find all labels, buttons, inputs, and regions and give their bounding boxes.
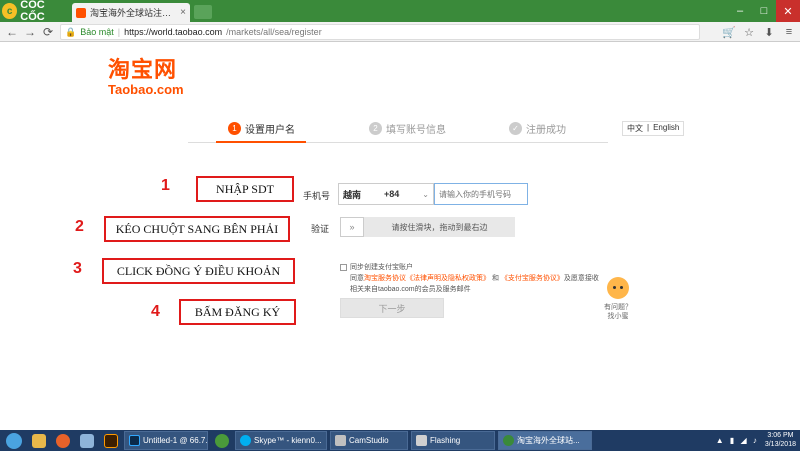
phone-row: 越南 +84 ⌄: [338, 183, 528, 205]
system-tray: ▲ ▮ ◢ ♪ 3:06 PM 3/13/2018: [716, 431, 796, 449]
url-host: https://world.taobao.com: [124, 27, 223, 37]
language-switch: 中文 | English: [622, 121, 685, 136]
forward-arrow-icon[interactable]: →: [22, 24, 38, 40]
reload-icon[interactable]: ⟳: [40, 24, 56, 40]
step-number: 2: [369, 122, 382, 135]
step-label: 设置用户名: [245, 125, 295, 136]
tab-close-icon[interactable]: ×: [180, 7, 186, 18]
tray-icons[interactable]: ▲ ▮ ◢ ♪: [716, 436, 759, 445]
taskbar-flashing[interactable]: Flashing: [411, 431, 495, 450]
annotation-number-2: 2: [75, 218, 84, 235]
verify-label: 验证: [311, 224, 330, 234]
taobao-terms-link[interactable]: 淘宝服务协议: [364, 275, 406, 282]
check-icon: ✓: [509, 122, 522, 135]
secure-label: Bảo mật: [80, 27, 114, 37]
taobao-favicon-icon: [76, 7, 86, 18]
step-number: 1: [228, 122, 241, 135]
back-arrow-icon[interactable]: ←: [4, 24, 20, 40]
logo-english: Taobao.com: [108, 82, 184, 97]
camstudio-icon: [335, 435, 346, 446]
assistant-face-icon: [607, 277, 629, 299]
chrome-icon[interactable]: [211, 431, 233, 450]
step-set-username: 1 设置用户名: [228, 121, 295, 136]
skype-icon: [240, 435, 251, 446]
clock[interactable]: 3:06 PM 3/13/2018: [765, 431, 796, 449]
paint-icon[interactable]: [76, 431, 98, 450]
alipay-checkbox[interactable]: [340, 264, 347, 271]
close-window-icon[interactable]: ✕: [776, 0, 800, 22]
alipay-sync-label: 同步创建支付宝账户: [350, 264, 413, 271]
next-step-button[interactable]: 下一步: [340, 298, 444, 318]
register-steps: 1 设置用户名 2 填写账号信息 ✓ 注册成功: [188, 117, 608, 143]
illustrator-icon[interactable]: [100, 431, 122, 450]
photoshop-icon: [129, 435, 140, 446]
browser-tab-active[interactable]: 淘宝海外全球站注册页面 ×: [72, 3, 190, 22]
annotation-click-register: BẤM ĐĂNG KÝ: [179, 299, 296, 325]
logo-chinese: 淘宝网: [108, 57, 178, 82]
country-code: +84: [384, 189, 400, 199]
annotation-number-1: 1: [161, 177, 170, 194]
step-account-info: 2 填写账号信息: [369, 121, 446, 136]
country-select[interactable]: 越南 +84 ⌄: [338, 183, 434, 205]
alipay-terms-link[interactable]: 《支付宝服务协议》: [501, 275, 564, 282]
annotation-agree-terms: CLICK ĐỒNG Ý ĐIỀU KHOẢN: [102, 258, 295, 284]
lang-chinese[interactable]: 中文: [627, 123, 643, 134]
shopping-cart-icon[interactable]: 🛒: [722, 24, 736, 40]
file-explorer-icon[interactable]: [28, 431, 50, 450]
phone-label: 手机号: [303, 191, 331, 201]
browser-brand[interactable]: c CỐC CỐC: [2, 0, 70, 23]
slider-hint: 请按住滑块，拖动到最右边: [391, 222, 488, 232]
taobao-logo[interactable]: 淘宝网 Taobao.com: [108, 57, 184, 97]
menu-icon[interactable]: ≡: [782, 24, 796, 40]
screen: c CỐC CỐC 淘宝海外全球站注册页面 × – □ ✕ ← → ⟳ 🔒 Bả…: [0, 0, 800, 451]
step-label: 注册成功: [526, 125, 566, 136]
windows-orb-icon: [6, 432, 22, 449]
annotation-number-3: 3: [73, 260, 82, 277]
help-assistant[interactable]: 有问题？ 找小蜜: [598, 277, 638, 321]
browser-brand-label: CỐC CỐC: [20, 0, 45, 23]
browser-toolbar: 🛒 ☆ ⬇ ≡: [722, 24, 796, 40]
annotation-number-4: 4: [151, 303, 160, 320]
tab-title: 淘宝海外全球站注册页面: [90, 8, 176, 18]
download-icon[interactable]: ⬇: [762, 24, 776, 40]
lang-english[interactable]: English: [653, 123, 679, 134]
email-consent: 相关来自taobao.com的会员及服务邮件: [350, 286, 471, 293]
lock-icon: 🔒: [65, 26, 77, 37]
taskbar-camstudio[interactable]: CamStudio: [330, 431, 408, 450]
phone-input[interactable]: [434, 183, 528, 205]
step-label: 填写账号信息: [386, 125, 446, 136]
url-path: /markets/all/sea/register: [226, 27, 322, 37]
active-step-indicator: [216, 141, 306, 143]
country-name: 越南: [343, 189, 362, 200]
taskbar-photoshop[interactable]: Untitled-1 @ 66.7...: [124, 431, 208, 450]
maximize-icon[interactable]: □: [752, 0, 776, 22]
browser-tab-bar: c CỐC CỐC 淘宝海外全球站注册页面 × – □ ✕: [0, 0, 800, 23]
verify-slider[interactable]: » 请按住滑块，拖动到最右边: [340, 217, 515, 237]
chevron-down-icon: ⌄: [422, 189, 429, 199]
flashing-icon: [416, 435, 427, 446]
window-controls: – □ ✕: [728, 0, 800, 22]
new-tab-button[interactable]: [194, 5, 212, 19]
annotation-enter-phone: NHẬP SDT: [196, 176, 294, 202]
clock-time: 3:06 PM: [767, 432, 794, 439]
annotation-drag-slider: KÉO CHUỘT SANG BÊN PHẢI: [104, 216, 290, 242]
coccoc-taskbar-icon: [503, 435, 514, 446]
taskbar: Untitled-1 @ 66.7... Skype™ - kienn0... …: [0, 430, 800, 451]
coccoc-logo-icon: c: [2, 3, 18, 19]
step-success: ✓ 注册成功: [509, 121, 566, 136]
taobao-register-page: 淘宝网 Taobao.com 1 设置用户名 2 填写账号信息 ✓ 注册成功 中…: [0, 43, 800, 430]
url-field[interactable]: 🔒 Bảo mật | https://world.taobao.com/mar…: [60, 24, 700, 40]
firefox-icon[interactable]: [52, 431, 74, 450]
taskbar-coccoc[interactable]: 淘宝海外全球站...: [498, 431, 592, 450]
address-bar: ← → ⟳ 🔒 Bảo mật | https://world.taobao.c…: [0, 22, 800, 42]
terms-agreement: 同步创建支付宝账户 同意淘宝服务协议《法律声明及隐私权政策》 和 《支付宝服务协…: [340, 262, 600, 295]
minimize-icon[interactable]: –: [728, 0, 752, 22]
privacy-policy-link[interactable]: 《法律声明及隐私权政策》: [406, 275, 490, 282]
taskbar-skype[interactable]: Skype™ - kienn0...: [235, 431, 327, 450]
start-button[interactable]: [0, 430, 28, 451]
star-icon[interactable]: ☆: [742, 24, 756, 40]
slider-handle[interactable]: »: [340, 217, 364, 237]
clock-date: 3/13/2018: [764, 441, 796, 448]
